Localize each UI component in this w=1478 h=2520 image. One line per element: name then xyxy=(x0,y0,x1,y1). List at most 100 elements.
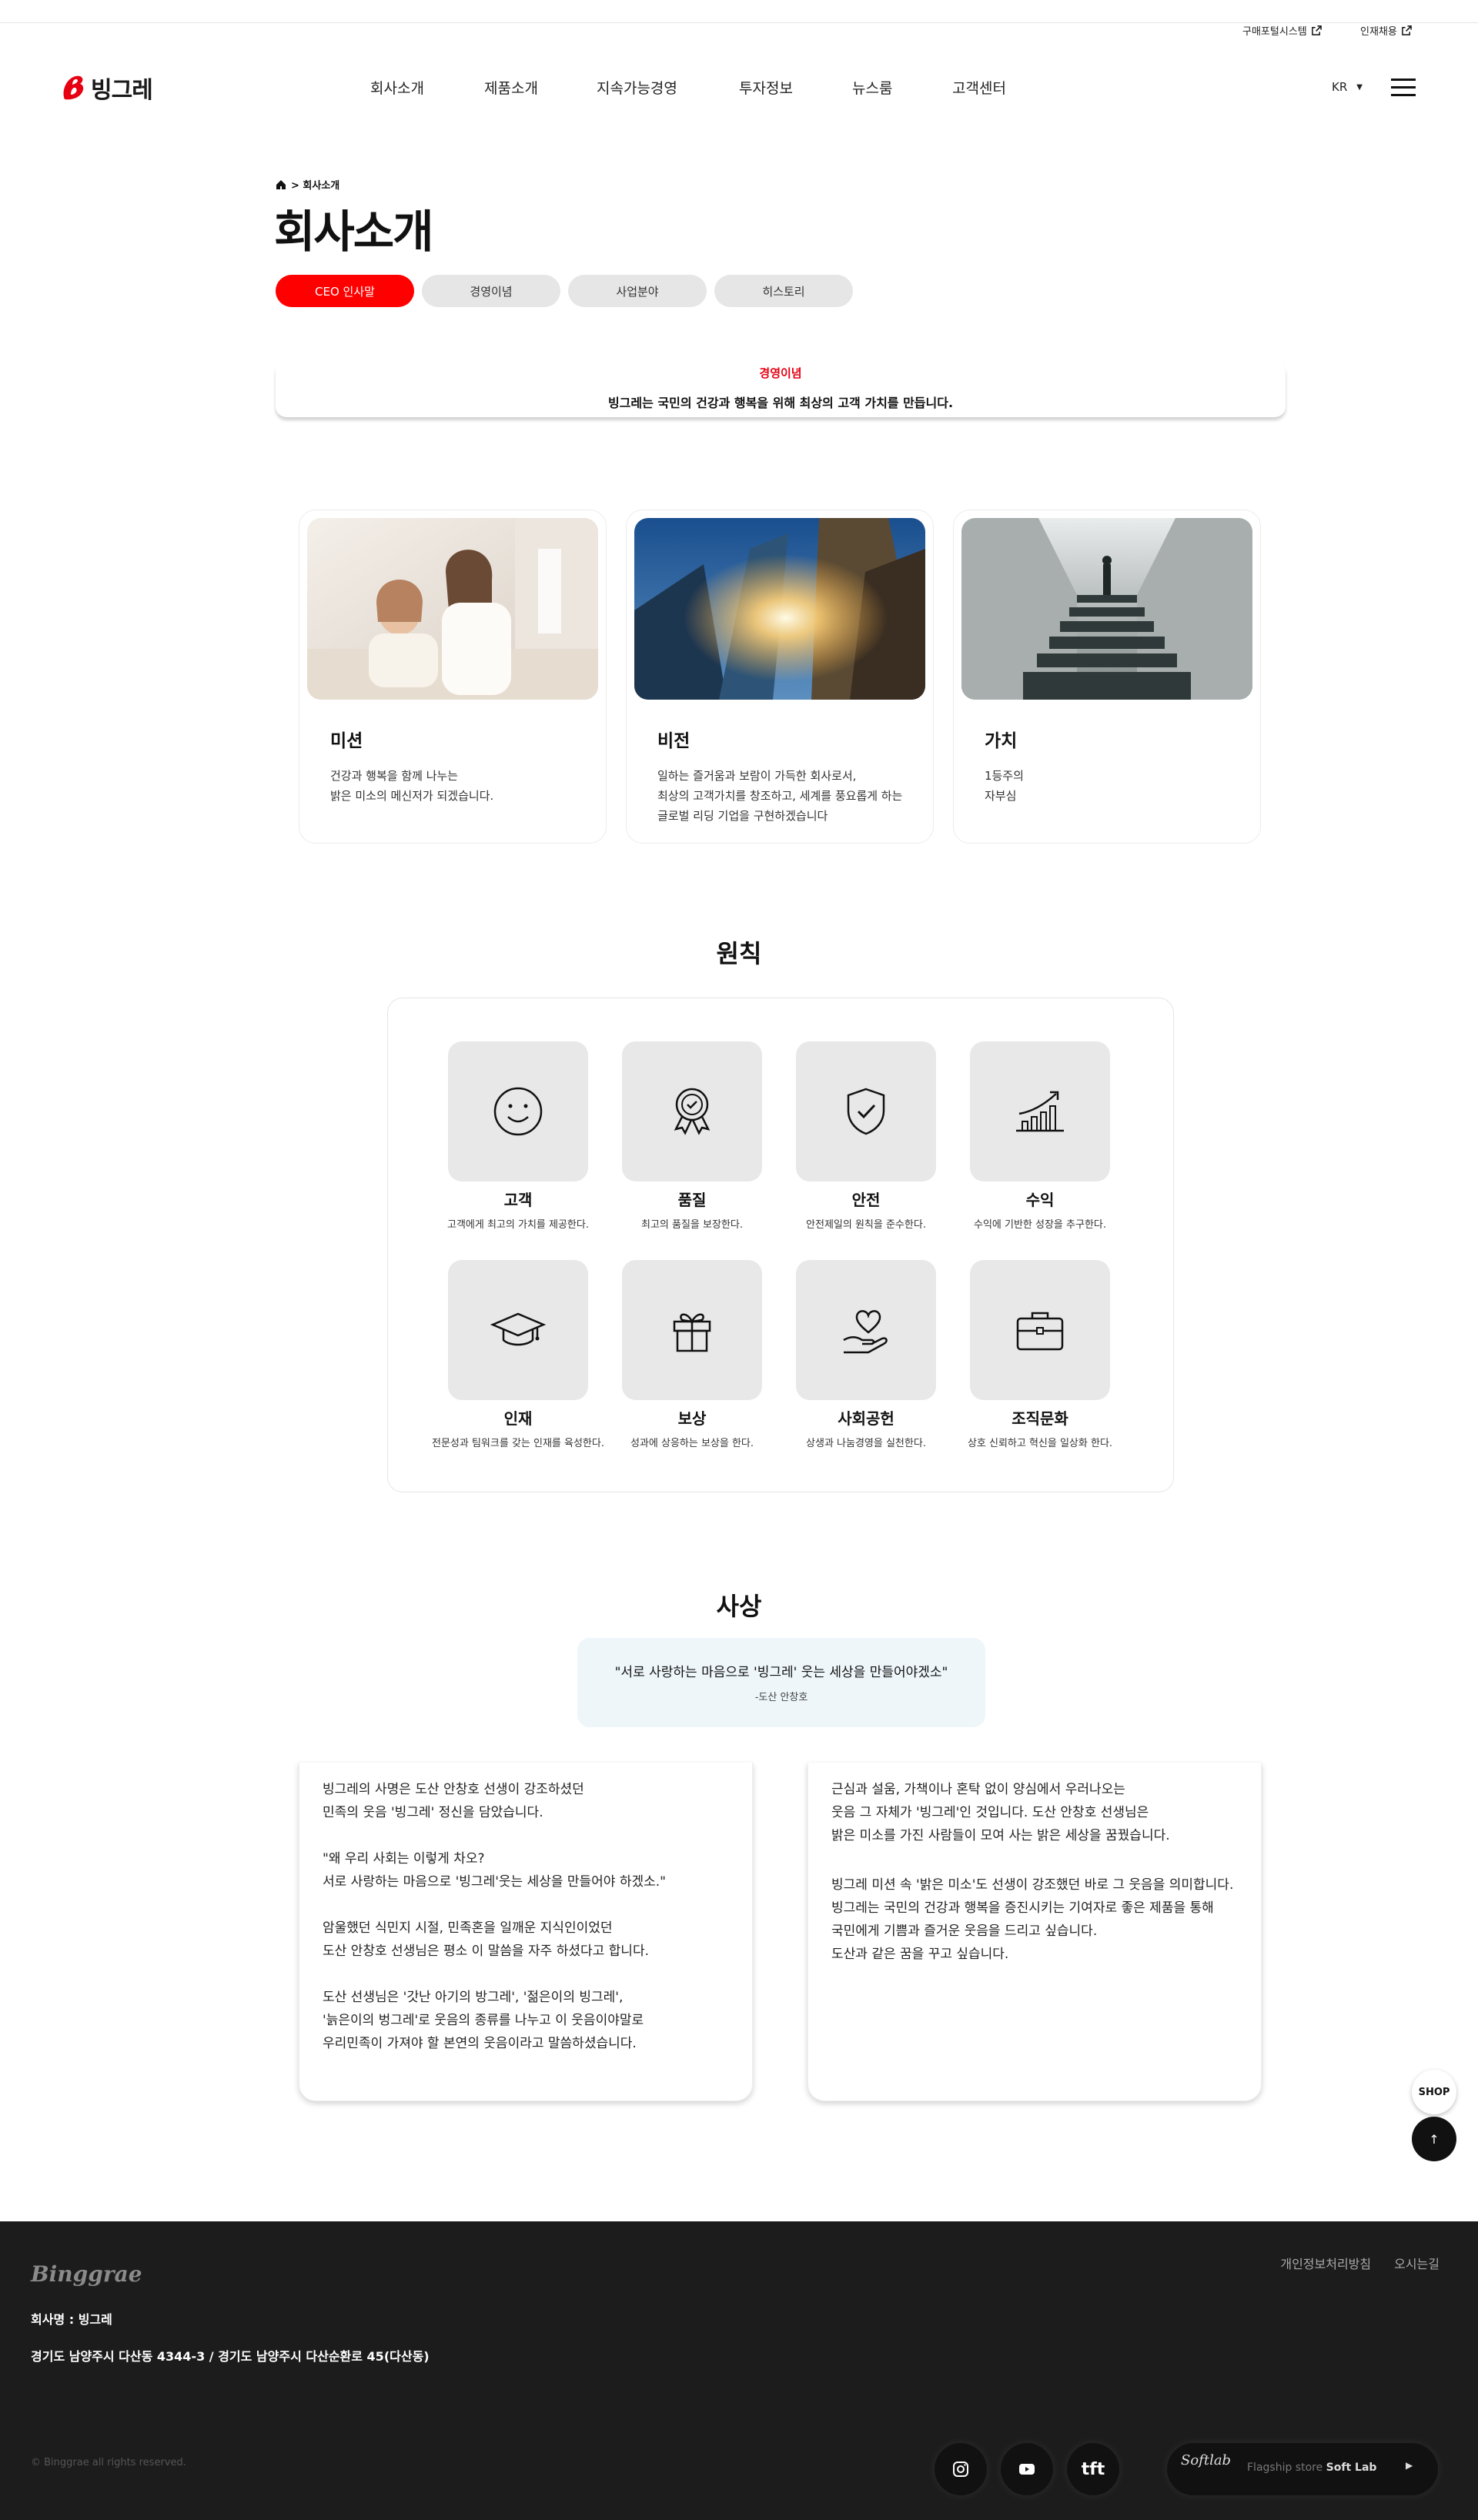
motto-quote-text: "서로 사랑하는 마음으로 '빙그레' 웃는 세상을 만들어야겠소" xyxy=(614,1665,948,1680)
home-icon[interactable] xyxy=(276,179,286,190)
mission-title: 미션 xyxy=(330,731,363,751)
shop-button[interactable]: SHOP xyxy=(1412,2070,1456,2114)
principle-customer: 고객 고객에게 최고의 가치를 제공한다. xyxy=(431,1041,605,1231)
mission-line: 건강과 행복을 함께 나누는 xyxy=(330,769,459,783)
breadcrumb: > 회사소개 xyxy=(276,177,339,192)
essay-line: 국민에게 기쁨과 즐거운 웃음을 드리고 싶습니다. xyxy=(831,1923,1098,1939)
tab-management-philosophy[interactable]: 경영이념 xyxy=(422,275,560,307)
tab-ceo-greeting[interactable]: CEO 인사말 xyxy=(276,275,414,307)
page-title: 회사소개 xyxy=(274,206,433,258)
principle-reward: 보상 성과에 상응하는 보상을 한다. xyxy=(605,1260,779,1449)
motto-essay-right: 근심과 설움, 가책이나 혼탁 없이 양심에서 우러나오는 웃음 그 자체가 '… xyxy=(808,1763,1262,2101)
principle-culture: 조직문화 상호 신뢰하고 혁신을 일상화 한다. xyxy=(953,1260,1127,1449)
mission-text: 건강과 행복을 함께 나누는 밝은 미소의 메신저가 되겠습니다. xyxy=(330,766,493,806)
essay-paragraph: 빙그레의 사명은 도산 안창호 선생이 강조하셨던 민족의 웃음 '빙그레' 정… xyxy=(323,1778,584,1824)
essay-line: 웃음 그 자체가 '빙그레'인 것입니다. 도산 안창호 선생님은 xyxy=(831,1805,1149,1820)
footer-logo: Binggrae xyxy=(31,2261,142,2287)
nav-item-investors[interactable]: 투자정보 xyxy=(739,77,793,98)
tft-link[interactable]: tft xyxy=(1067,2443,1119,2495)
essay-paragraph: 근심과 설움, 가책이나 혼탁 없이 양심에서 우러나오는 웃음 그 자체가 '… xyxy=(831,1778,1170,1847)
philosophy-text: 빙그레는 국민의 건강과 행복을 위해 최상의 고객 가치를 만듭니다. xyxy=(607,396,954,410)
philosophy-banner: 경영이념 빙그레는 국민의 건강과 행복을 위해 최상의 고객 가치를 만듭니다… xyxy=(276,362,1286,417)
flagship-prefix: Flagship store xyxy=(1247,2462,1323,2474)
nav-item-company[interactable]: 회사소개 xyxy=(370,77,424,98)
essay-line: 도산 안창호 선생님은 평소 이 말씀을 자주 하셨다고 합니다. xyxy=(323,1943,649,1959)
tft-icon: tft xyxy=(1081,2459,1105,2479)
nav-item-customer[interactable]: 고객센터 xyxy=(952,77,1006,98)
heart-hand-icon xyxy=(843,1310,888,1354)
flagship-store-link[interactable]: Softlab Flagship store Soft Lab ▶ xyxy=(1167,2443,1438,2495)
vision-text: 일하는 즐거움과 보람이 가득한 회사로서, 최상의 고객가치를 창조하고, 세… xyxy=(657,766,902,826)
growth-chart-icon xyxy=(1016,1091,1064,1132)
language-select[interactable]: KR ▼ xyxy=(1332,80,1363,94)
principle-safety: 안전 안전제일의 원칙을 준수한다. xyxy=(779,1041,953,1231)
principle-desc: 수익에 기반한 성장을 추구한다. xyxy=(973,1219,1106,1231)
gift-icon xyxy=(673,1313,711,1352)
principle-desc: 상생과 나눔경영을 실천한다. xyxy=(806,1438,926,1449)
footer-company: 회사명 : 빙그레 xyxy=(31,2312,112,2327)
youtube-icon xyxy=(1019,2464,1035,2475)
motto-title: 사상 xyxy=(716,1592,762,1621)
essay-paragraph: "왜 우리 사회는 이렇게 차오? 서로 사랑하는 마음으로 '빙그레'웃는 세… xyxy=(323,1847,666,1893)
value-line: 1등주의 xyxy=(985,769,1024,783)
footer-address: 경기도 남양주시 다산동 4344-3 / 경기도 남양주시 다산순환로 45(… xyxy=(31,2349,430,2364)
briefcase-icon xyxy=(1016,1312,1064,1351)
philosophy-label: 경영이념 xyxy=(759,366,802,380)
principle-talent: 인재 전문성과 팀워크를 갖는 인재를 육성한다. xyxy=(431,1260,605,1449)
essay-paragraph: 도산 선생님은 '갓난 아기의 방그레', '젊은이의 빙그레', '늙은이의 … xyxy=(323,1986,644,2055)
sub-tabs: CEO 인사말 경영이념 사업분야 히스토리 xyxy=(276,275,853,307)
principle-title: 사회공헌 xyxy=(838,1409,894,1428)
essay-line: "왜 우리 사회는 이렇게 차오? xyxy=(323,1851,485,1867)
essay-line: 근심과 설움, 가책이나 혼탁 없이 양심에서 우러나오는 xyxy=(831,1782,1125,1797)
tab-history[interactable]: 히스토리 xyxy=(714,275,853,307)
essay-line: 민족의 웃음 '빙그레' 정신을 담았습니다. xyxy=(323,1805,543,1820)
flagship-name: Soft Lab xyxy=(1326,2462,1377,2474)
essay-line: 빙그레의 사명은 도산 안창호 선생이 강조하셨던 xyxy=(323,1782,584,1797)
youtube-link[interactable] xyxy=(1001,2443,1053,2495)
principle-desc: 성과에 상응하는 보상을 한다. xyxy=(630,1438,754,1449)
external-link-icon xyxy=(1311,25,1322,35)
principle-title: 인재 xyxy=(503,1409,533,1428)
medal-icon xyxy=(674,1088,711,1135)
principle-title: 조직문화 xyxy=(1012,1409,1068,1428)
instagram-link[interactable] xyxy=(935,2443,987,2495)
principle-desc: 전문성과 팀워크를 갖는 인재를 육성한다. xyxy=(432,1438,604,1449)
brand-logo[interactable]: 빙그레 xyxy=(60,71,153,105)
top-divider xyxy=(0,0,1478,23)
logo-text: 빙그레 xyxy=(91,77,153,104)
nav-item-newsroom[interactable]: 뉴스룸 xyxy=(852,77,892,98)
principles-panel: 고객 고객에게 최고의 가치를 제공한다. 품질 최고의 품질을 보장한다. 안… xyxy=(387,998,1174,1492)
menu-icon[interactable] xyxy=(1391,79,1416,97)
scroll-top-button[interactable]: ↑ xyxy=(1412,2117,1456,2161)
principle-title: 수익 xyxy=(1025,1191,1055,1209)
essay-line: 암울했던 식민지 시절, 민족혼을 일깨운 지식인이었던 xyxy=(323,1920,613,1936)
play-arrow-icon: ▶ xyxy=(1406,2460,1413,2471)
directions-link[interactable]: 오시는길 xyxy=(1394,2254,1440,2272)
essay-line: '늙은이의 벙그레'로 웃음의 종류를 나누고 이 웃음이야말로 xyxy=(323,2013,644,2028)
value-image xyxy=(961,518,1252,700)
tab-business-area[interactable]: 사업분야 xyxy=(568,275,707,307)
essay-paragraph: 빙그레 미션 속 '밝은 미소'도 선생이 강조했던 바로 그 웃음을 의미합니… xyxy=(831,1873,1233,1966)
principle-social: 사회공헌 상생과 나눔경영을 실천한다. xyxy=(779,1260,953,1449)
privacy-policy-link[interactable]: 개인정보처리방침 xyxy=(1280,2254,1371,2272)
nav-item-sustainability[interactable]: 지속가능경영 xyxy=(597,77,677,98)
recruit-label: 인재채용 xyxy=(1360,26,1397,38)
recruit-link[interactable]: 인재채용 xyxy=(1360,23,1412,38)
principle-desc: 상호 신뢰하고 혁신을 일상화 한다. xyxy=(967,1438,1113,1449)
value-line: 자부심 xyxy=(985,789,1017,803)
motto-essay-left: 빙그레의 사명은 도산 안창호 선생이 강조하셨던 민족의 웃음 '빙그레' 정… xyxy=(299,1763,753,2101)
purchase-portal-link[interactable]: 구매포털시스템 xyxy=(1242,23,1322,38)
essay-line: 도산과 같은 꿈을 꾸고 싶습니다. xyxy=(831,1947,1009,1962)
graduation-cap-icon xyxy=(490,1312,547,1346)
principles-title: 원칙 xyxy=(716,939,762,968)
value-text: 1등주의 자부심 xyxy=(985,766,1024,806)
vision-line: 최상의 고객가치를 창조하고, 세계를 풍요롭게 하는 xyxy=(657,789,903,803)
principle-quality: 품질 최고의 품질을 보장한다. xyxy=(605,1041,779,1231)
principle-profit: 수익 수익에 기반한 성장을 추구한다. xyxy=(953,1041,1127,1231)
value-title: 가치 xyxy=(985,731,1018,751)
essay-line: 우리민족이 가져야 할 본연의 웃음이라고 말씀하셨습니다. xyxy=(323,2036,637,2051)
essay-line: 빙그레 미션 속 '밝은 미소'도 선생이 강조했던 바로 그 웃음을 의미합니… xyxy=(831,1877,1234,1893)
mission-line: 밝은 미소의 메신저가 되겠습니다. xyxy=(330,789,494,803)
nav-item-products[interactable]: 제품소개 xyxy=(484,77,538,98)
external-link-icon xyxy=(1402,25,1412,35)
